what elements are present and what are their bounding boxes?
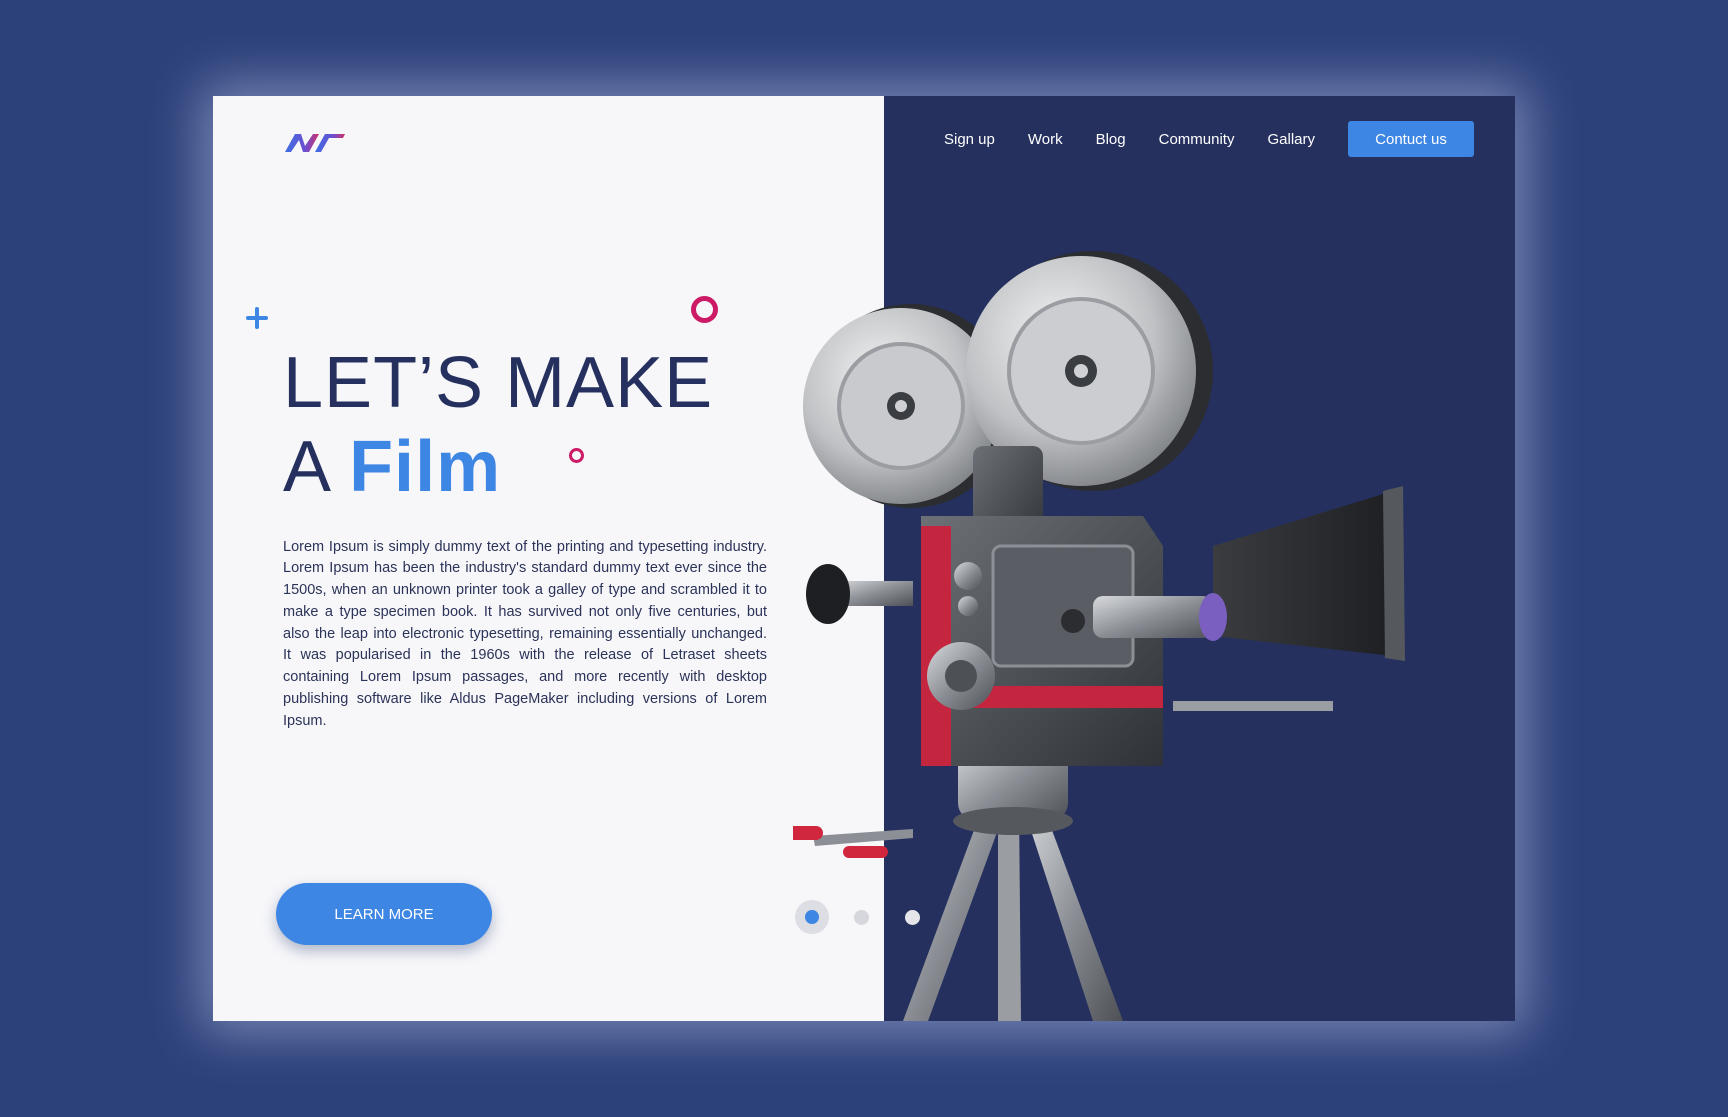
plus-decoration-icon	[245, 306, 269, 330]
top-nav: Sign up Work Blog Community Gallary Cont…	[944, 121, 1474, 157]
nav-gallery[interactable]: Gallary	[1267, 131, 1315, 148]
headline-accent: Film	[349, 427, 502, 507]
headline-prefix: A	[283, 427, 329, 507]
vintage-film-camera-icon	[793, 251, 1405, 1021]
hero-description: Lorem Ipsum is simply dummy text of the …	[283, 538, 767, 729]
hero-headline: LET’S MAKE A Film	[283, 341, 713, 509]
landing-card: Sign up Work Blog Community Gallary Cont…	[213, 96, 1515, 1021]
headline-line-2: A Film	[283, 425, 713, 509]
nav-work[interactable]: Work	[1028, 131, 1063, 148]
contact-us-button[interactable]: Contuct us	[1348, 121, 1474, 157]
learn-more-button[interactable]: LEARN MORE	[276, 883, 492, 945]
headline-line-1: LET’S MAKE	[283, 343, 714, 423]
brand-logo-icon[interactable]	[283, 126, 347, 158]
nav-sign-up[interactable]: Sign up	[944, 131, 995, 148]
nav-blog[interactable]: Blog	[1096, 131, 1126, 148]
ring-decoration-icon	[691, 296, 718, 323]
nav-community[interactable]: Community	[1159, 131, 1235, 148]
